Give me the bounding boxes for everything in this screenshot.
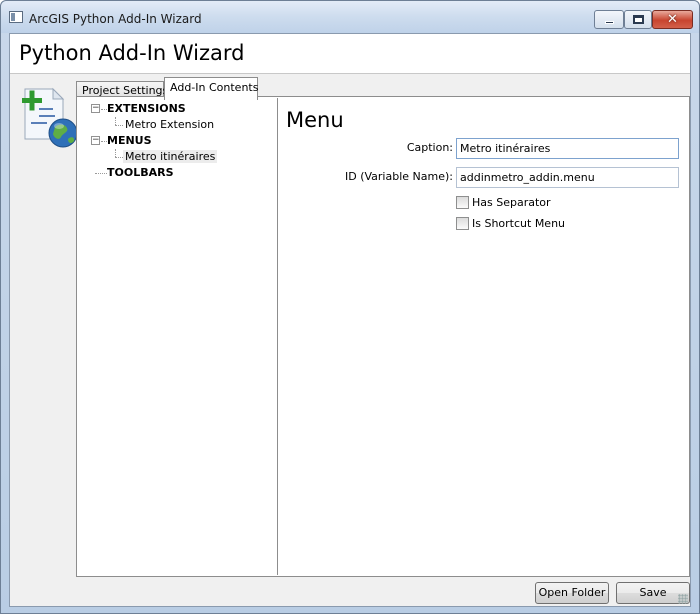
wizard-window: ArcGIS Python Add-In Wizard ✕ Python Add… <box>0 0 700 614</box>
tree-item-label: Metro itinéraires <box>123 150 218 163</box>
caption-label: Caption: <box>406 141 453 154</box>
tree-connector <box>95 173 107 174</box>
tab-add-in-contents[interactable]: Add-In Contents <box>164 77 258 100</box>
resize-grip[interactable] <box>678 594 688 604</box>
addin-document-globe-icon <box>22 87 77 148</box>
form-heading: Menu <box>286 108 344 132</box>
tree-item-metro-extension[interactable]: Metro Extension <box>125 117 214 133</box>
tree-connector <box>115 125 123 126</box>
title-bar[interactable]: ArcGIS Python Add-In Wizard ✕ <box>1 1 699 33</box>
has-separator-label[interactable]: Has Separator <box>472 196 551 210</box>
menu-properties-form: Menu Caption: ID (Variable Name): Has Se… <box>279 98 689 575</box>
collapse-extensions-icon[interactable]: − <box>91 104 100 113</box>
tree-connector <box>115 157 123 158</box>
minimize-icon <box>604 21 614 24</box>
tree-group-extensions[interactable]: EXTENSIONS <box>107 101 186 117</box>
contents-tree[interactable]: − EXTENSIONS Metro Extension − MENUS Met… <box>78 98 278 575</box>
wizard-header: Python Add-In Wizard <box>10 34 690 74</box>
maximize-icon <box>632 15 644 24</box>
dialog-client-area: Python Add-In Wizard Project Settings Ad… <box>9 33 691 607</box>
has-separator-checkbox[interactable] <box>456 196 469 209</box>
close-button[interactable]: ✕ <box>652 10 693 29</box>
tree-group-menus[interactable]: MENUS <box>107 133 152 149</box>
tree-group-toolbars[interactable]: TOOLBARS <box>107 165 174 181</box>
caption-input[interactable] <box>456 138 679 159</box>
tree-connector <box>115 149 116 157</box>
wizard-title: Python Add-In Wizard <box>19 41 245 65</box>
collapse-menus-icon[interactable]: − <box>91 136 100 145</box>
tree-item-metro-itineraires[interactable]: Metro itinéraires <box>123 149 218 165</box>
open-folder-button[interactable]: Open Folder <box>535 582 609 604</box>
add-in-contents-panel: − EXTENSIONS Metro Extension − MENUS Met… <box>76 96 690 577</box>
id-label: ID (Variable Name): <box>345 170 453 183</box>
maximize-button[interactable] <box>624 10 652 29</box>
minimize-button[interactable] <box>594 10 624 29</box>
close-icon: ✕ <box>667 12 678 27</box>
app-icon <box>9 11 23 23</box>
is-shortcut-menu-label[interactable]: Is Shortcut Menu <box>472 217 565 231</box>
id-variable-name-input[interactable] <box>456 167 679 188</box>
tree-connector <box>115 117 116 125</box>
window-title: ArcGIS Python Add-In Wizard <box>29 12 202 26</box>
is-shortcut-menu-checkbox[interactable] <box>456 217 469 230</box>
